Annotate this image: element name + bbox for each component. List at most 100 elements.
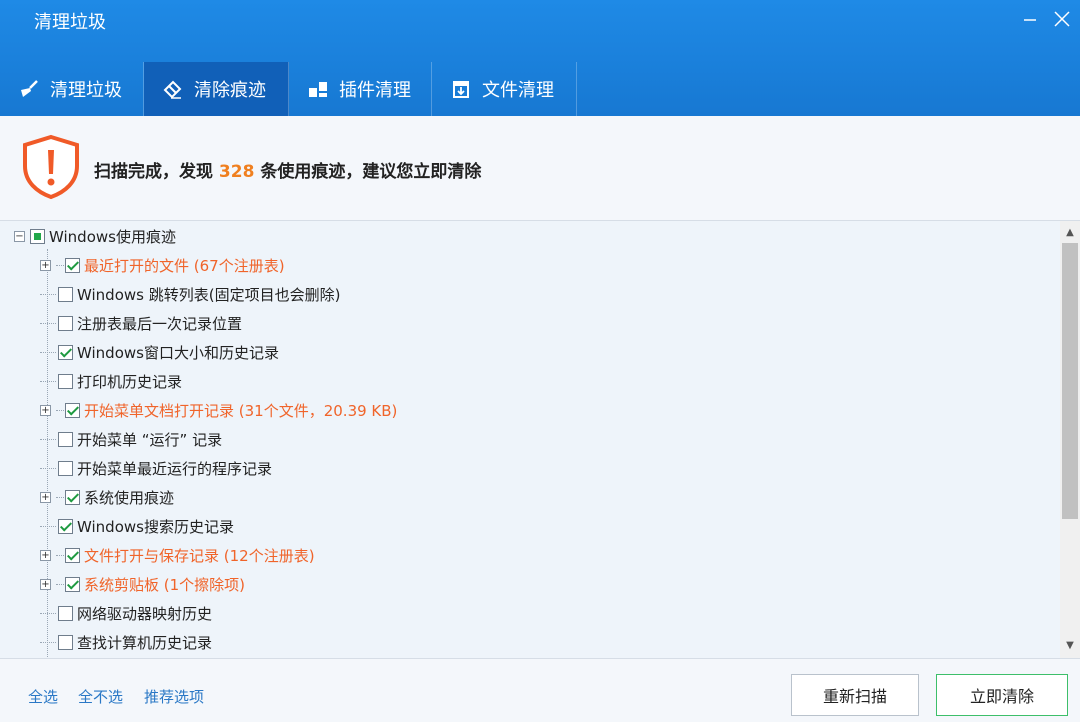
tree-connector (40, 641, 56, 643)
tab-clear-traces[interactable]: 清除痕迹 (144, 62, 289, 116)
close-icon (1054, 11, 1070, 27)
scan-result-header: 扫描完成，发现 328 条使用痕迹，建议您立即清除 (0, 116, 1080, 221)
close-button[interactable] (1053, 6, 1071, 37)
tab-file-clean[interactable]: 文件清理 (432, 62, 577, 116)
tab-label: 文件清理 (482, 80, 554, 101)
tree-item-label: 最近打开的文件 (67个注册表) (84, 256, 285, 275)
tab-bar: 清理垃圾 清除痕迹 插件清理 文件清理 (0, 62, 577, 116)
item-checkbox[interactable] (65, 402, 80, 418)
tree-connector (40, 380, 56, 382)
tree-connector (40, 612, 56, 614)
plugin-icon (309, 82, 327, 97)
expand-icon[interactable]: + (40, 491, 51, 503)
item-checkbox[interactable] (58, 373, 73, 389)
tree-item[interactable]: Windows 跳转列表(固定项目也会删除) (40, 282, 340, 306)
tab-label: 插件清理 (339, 80, 411, 101)
tree-item-label: Windows 跳转列表(固定项目也会删除) (77, 285, 341, 304)
clean-now-button[interactable]: 立即清除 (936, 674, 1068, 716)
tree-item-label: 打印机历史记录 (77, 372, 183, 391)
eraser-icon (163, 80, 182, 99)
broom-icon (21, 80, 38, 97)
tree-item-label: 开始菜单文档打开记录 (31个文件，20.39 KB) (84, 401, 398, 420)
tree-item[interactable]: 网络驱动器映射历史 (40, 601, 212, 625)
expand-icon[interactable]: + (40, 259, 51, 271)
tree-item[interactable]: 查找计算机历史记录 (40, 630, 212, 654)
tree-item-label: 开始菜单 “运行” 记录 (77, 430, 223, 449)
item-checkbox[interactable] (65, 576, 80, 592)
tree-connector (40, 467, 56, 469)
collapse-icon[interactable]: − (14, 230, 25, 242)
app-window: 清理垃圾 清理垃圾 清除痕迹 插件清理 文件清理 扫描完成，发现 328 条使用… (0, 0, 1080, 722)
tree-connector (40, 293, 56, 295)
trace-count: 328 (218, 162, 255, 182)
tree-item-label: Windows搜索历史记录 (77, 517, 234, 536)
select-none-link[interactable]: 全不选 (78, 686, 123, 707)
item-checkbox[interactable] (58, 634, 73, 650)
file-clean-icon (453, 81, 469, 98)
trace-tree: − Windows使用痕迹 + 最近打开的文件 (67个注册表) Windows 跳… (0, 221, 1060, 658)
tree-item-label: Windows窗口大小和历史记录 (77, 343, 279, 362)
tab-label: 清理垃圾 (50, 80, 122, 101)
tree-item[interactable]: 开始菜单 “运行” 记录 (40, 427, 222, 451)
scan-status-text: 扫描完成，发现 328 条使用痕迹，建议您立即清除 (94, 162, 482, 182)
scroll-down-icon[interactable]: ▼ (1060, 636, 1080, 656)
tree-item[interactable]: + 最近打开的文件 (67个注册表) (40, 253, 285, 277)
tree-connector (56, 264, 64, 266)
tree-item[interactable]: Windows搜索历史记录 (40, 514, 234, 538)
footer-bar: 全选 全不选 推荐选项 重新扫描 立即清除 (0, 658, 1080, 722)
tree-connector (40, 351, 56, 353)
tree-item-label: 系统使用痕迹 (84, 488, 175, 507)
root-checkbox[interactable] (30, 228, 45, 244)
tree-item[interactable]: + 文件打开与保存记录 (12个注册表) (40, 543, 315, 567)
tab-clean-junk[interactable]: 清理垃圾 (0, 62, 144, 116)
tree-connector (40, 525, 56, 527)
select-all-link[interactable]: 全选 (28, 686, 58, 707)
title-bar: 清理垃圾 清理垃圾 清除痕迹 插件清理 文件清理 (0, 0, 1080, 116)
item-checkbox[interactable] (65, 489, 80, 505)
tree-item[interactable]: + 开始菜单文档打开记录 (31个文件，20.39 KB) (40, 398, 397, 422)
tree-item[interactable]: Windows窗口大小和历史记录 (40, 340, 279, 364)
item-checkbox[interactable] (58, 344, 73, 360)
tree-item-label: 开始菜单最近运行的程序记录 (77, 459, 273, 478)
expand-icon[interactable]: + (40, 549, 51, 561)
item-checkbox[interactable] (58, 315, 73, 331)
tree-connector (56, 554, 64, 556)
tree-item-label: 注册表最后一次记录位置 (77, 314, 243, 333)
tree-item-label: 文件打开与保存记录 (12个注册表) (84, 546, 315, 565)
item-checkbox[interactable] (65, 547, 80, 563)
item-checkbox[interactable] (58, 286, 73, 302)
tab-label: 清除痕迹 (194, 80, 266, 101)
rescan-button[interactable]: 重新扫描 (791, 674, 919, 716)
tree-item-label: 查找计算机历史记录 (77, 633, 213, 652)
tree-item[interactable]: 打印机历史记录 (40, 369, 182, 393)
minimize-icon (1024, 19, 1036, 21)
item-checkbox[interactable] (65, 257, 80, 273)
warning-shield-icon (23, 134, 79, 200)
tree-item[interactable]: 注册表最后一次记录位置 (40, 311, 242, 335)
scroll-thumb[interactable] (1062, 243, 1078, 519)
tree-connector (56, 496, 64, 498)
minimize-button[interactable] (1023, 6, 1037, 37)
tree-item[interactable]: + 系统使用痕迹 (40, 485, 174, 509)
window-title: 清理垃圾 (34, 12, 106, 33)
item-checkbox[interactable] (58, 460, 73, 476)
expand-icon[interactable]: + (40, 578, 51, 590)
expand-icon[interactable]: + (40, 404, 51, 416)
tree-root[interactable]: − Windows使用痕迹 (14, 224, 176, 248)
item-checkbox[interactable] (58, 518, 73, 534)
tab-plugin-clean[interactable]: 插件清理 (289, 62, 432, 116)
tree-connector (56, 409, 64, 411)
scroll-up-icon[interactable]: ▲ (1060, 223, 1080, 243)
tree-scrollbar[interactable]: ▲ ▼ (1060, 221, 1080, 658)
tree-root-label: Windows使用痕迹 (49, 227, 176, 246)
tree-item[interactable]: + 系统剪贴板 (1个擦除项) (40, 572, 245, 596)
tree-connector (56, 583, 64, 585)
recommended-link[interactable]: 推荐选项 (144, 686, 204, 707)
item-checkbox[interactable] (58, 431, 73, 447)
tree-item-label: 网络驱动器映射历史 (77, 604, 213, 623)
item-checkbox[interactable] (58, 605, 73, 621)
tree-connector (40, 322, 56, 324)
tree-item[interactable]: 开始菜单最近运行的程序记录 (40, 456, 272, 480)
tree-item-label: 系统剪贴板 (1个擦除项) (84, 575, 246, 594)
tree-connector (40, 438, 56, 440)
